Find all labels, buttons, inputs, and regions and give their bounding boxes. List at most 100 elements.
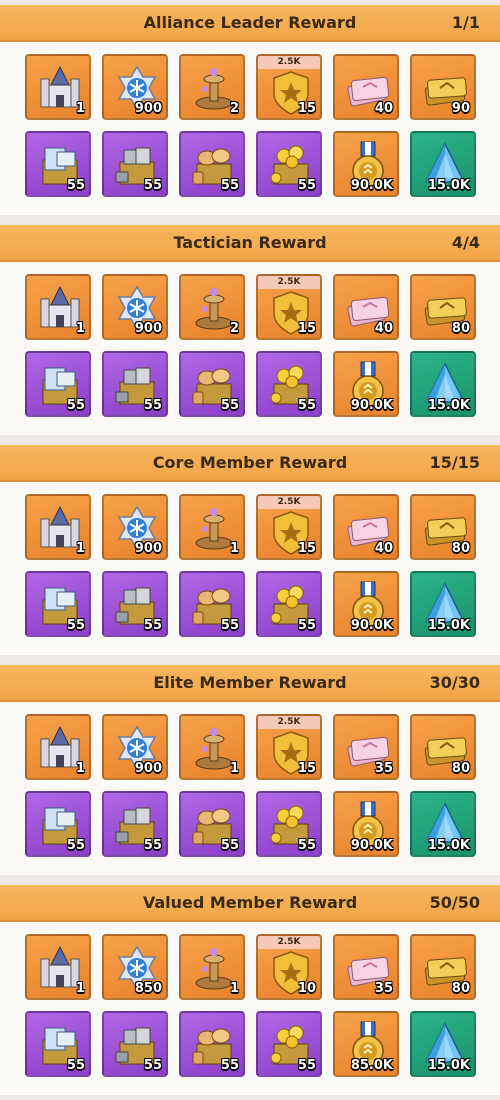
- reward-item[interactable]: 15.0K: [410, 791, 476, 857]
- reward-item[interactable]: 2.5K 15: [256, 274, 322, 340]
- item-quantity: 10: [297, 981, 316, 996]
- section-count: 1/1: [451, 13, 480, 32]
- item-quantity: 15: [297, 541, 316, 556]
- item-quantity: 40: [374, 101, 393, 116]
- item-quantity: 55: [220, 1058, 239, 1073]
- reward-item[interactable]: 900: [102, 274, 168, 340]
- reward-item[interactable]: 40: [333, 494, 399, 560]
- section-header: Core Member Reward 15/15: [0, 445, 500, 482]
- reward-item[interactable]: 35: [333, 714, 399, 780]
- reward-item[interactable]: 55: [179, 1011, 245, 1077]
- reward-item[interactable]: 55: [179, 791, 245, 857]
- item-quantity: 90.0K: [350, 178, 393, 193]
- reward-item[interactable]: 2: [179, 274, 245, 340]
- section-body: 1 850 1 2.5K 10 35 80 55 55 55 55 85.0K 15.0K: [0, 922, 500, 1095]
- item-quantity: 2: [229, 101, 239, 116]
- reward-item[interactable]: 900: [102, 714, 168, 780]
- item-quantity: 1: [229, 541, 239, 556]
- item-quantity: 55: [220, 398, 239, 413]
- reward-item[interactable]: 1: [25, 714, 91, 780]
- reward-item[interactable]: 1: [179, 934, 245, 1000]
- reward-item[interactable]: 80: [410, 934, 476, 1000]
- reward-item[interactable]: 55: [102, 1011, 168, 1077]
- reward-item[interactable]: 1: [25, 54, 91, 120]
- item-quantity: 55: [66, 178, 85, 193]
- item-quantity: 55: [297, 1058, 316, 1073]
- reward-item[interactable]: 55: [179, 571, 245, 637]
- reward-item[interactable]: 2.5K 15: [256, 714, 322, 780]
- reward-item[interactable]: 80: [410, 494, 476, 560]
- reward-item[interactable]: 80: [410, 714, 476, 780]
- item-quantity: 55: [220, 838, 239, 853]
- item-quantity: 55: [143, 178, 162, 193]
- item-quantity: 15.0K: [427, 398, 470, 413]
- section-title: Tactician Reward: [173, 233, 327, 252]
- reward-item[interactable]: 55: [25, 131, 91, 197]
- item-quantity: 15.0K: [427, 838, 470, 853]
- reward-item[interactable]: 55: [179, 351, 245, 417]
- reward-item[interactable]: 15.0K: [410, 571, 476, 637]
- reward-item[interactable]: 55: [25, 1011, 91, 1077]
- reward-item[interactable]: 55: [25, 791, 91, 857]
- item-quantity: 15.0K: [427, 618, 470, 633]
- reward-item[interactable]: 40: [333, 54, 399, 120]
- reward-section: Valued Member Reward 50/50 1 850 1 2.5K 10 35 80…: [0, 885, 500, 1095]
- item-quantity: 15: [297, 101, 316, 116]
- reward-item[interactable]: 55: [179, 131, 245, 197]
- item-quantity: 40: [374, 321, 393, 336]
- reward-item[interactable]: 1: [25, 934, 91, 1000]
- reward-item[interactable]: 1: [179, 714, 245, 780]
- reward-item[interactable]: 15.0K: [410, 131, 476, 197]
- reward-item[interactable]: 55: [256, 791, 322, 857]
- reward-item[interactable]: 1: [179, 494, 245, 560]
- item-quantity: 1: [75, 761, 85, 776]
- reward-item[interactable]: 900: [102, 494, 168, 560]
- section-count: 50/50: [429, 893, 480, 912]
- reward-item[interactable]: 900: [102, 54, 168, 120]
- reward-item[interactable]: 55: [25, 571, 91, 637]
- item-quantity: 55: [66, 1058, 85, 1073]
- reward-item[interactable]: 55: [102, 571, 168, 637]
- section-header: Alliance Leader Reward 1/1: [0, 5, 500, 42]
- reward-item[interactable]: 90.0K: [333, 791, 399, 857]
- reward-item[interactable]: 850: [102, 934, 168, 1000]
- item-quantity: 55: [297, 178, 316, 193]
- reward-item[interactable]: 85.0K: [333, 1011, 399, 1077]
- reward-item[interactable]: 1: [25, 494, 91, 560]
- reward-item[interactable]: 15.0K: [410, 1011, 476, 1077]
- item-quantity: 15: [297, 321, 316, 336]
- reward-item[interactable]: 90.0K: [333, 131, 399, 197]
- reward-item[interactable]: 2.5K 10: [256, 934, 322, 1000]
- reward-item[interactable]: 1: [25, 274, 91, 340]
- item-quantity: 80: [451, 761, 470, 776]
- section-body: 1 900 2 2.5K 15 40 80 55 55 55 55 90.0K 15.0K: [0, 262, 500, 435]
- item-quantity: 900: [134, 101, 162, 116]
- reward-item[interactable]: 55: [102, 351, 168, 417]
- reward-item[interactable]: 55: [256, 351, 322, 417]
- reward-item[interactable]: 55: [256, 571, 322, 637]
- item-quantity: 1: [75, 321, 85, 336]
- reward-item[interactable]: 55: [102, 791, 168, 857]
- reward-item[interactable]: 90.0K: [333, 571, 399, 637]
- reward-item[interactable]: 55: [25, 351, 91, 417]
- reward-item[interactable]: 2: [179, 54, 245, 120]
- item-quantity: 1: [75, 541, 85, 556]
- reward-item[interactable]: 2.5K 15: [256, 494, 322, 560]
- reward-item[interactable]: 55: [102, 131, 168, 197]
- reward-item[interactable]: 55: [256, 131, 322, 197]
- reward-section: Tactician Reward 4/4 1 900 2 2.5K 15 40 80 55 55 55…: [0, 225, 500, 435]
- reward-item[interactable]: 15.0K: [410, 351, 476, 417]
- section-title: Alliance Leader Reward: [143, 13, 357, 32]
- item-quantity: 55: [143, 618, 162, 633]
- reward-item[interactable]: 80: [410, 274, 476, 340]
- item-quantity: 90.0K: [350, 618, 393, 633]
- item-quantity: 900: [134, 761, 162, 776]
- reward-item[interactable]: 2.5K 15: [256, 54, 322, 120]
- reward-item[interactable]: 35: [333, 934, 399, 1000]
- reward-item[interactable]: 90: [410, 54, 476, 120]
- reward-item[interactable]: 55: [256, 1011, 322, 1077]
- reward-item[interactable]: 40: [333, 274, 399, 340]
- item-quantity: 55: [143, 838, 162, 853]
- reward-item[interactable]: 90.0K: [333, 351, 399, 417]
- item-quantity: 80: [451, 541, 470, 556]
